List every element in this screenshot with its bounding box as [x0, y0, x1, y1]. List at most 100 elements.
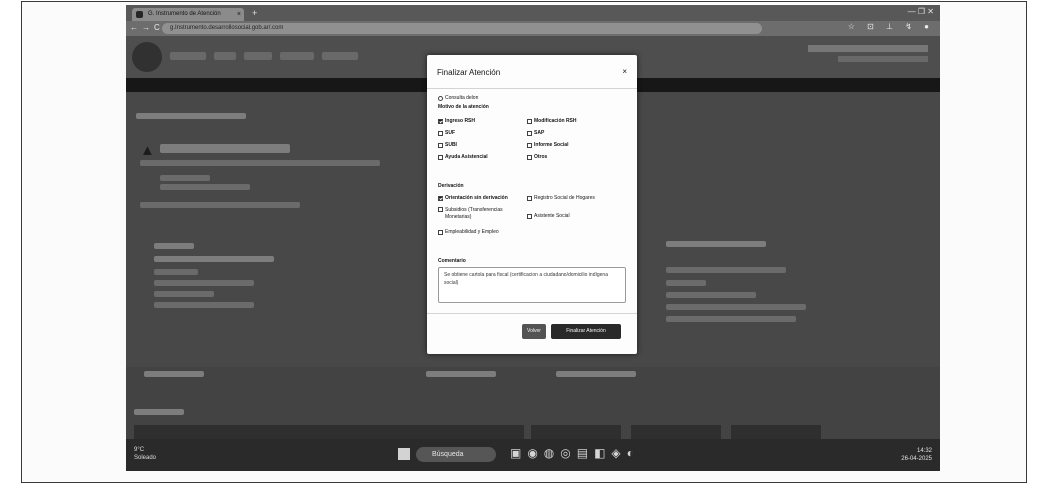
warning-icon: ▲ — [140, 142, 155, 159]
option-label: Ingreso RSH — [445, 118, 476, 124]
alert-detail — [160, 175, 210, 181]
radio-icon[interactable] — [438, 95, 443, 101]
derivacion-option[interactable]: Orientación sin derivación — [438, 195, 508, 201]
derivacion-option[interactable]: Asistente Social — [527, 213, 570, 219]
weather-widget[interactable]: 9°C Soleado — [134, 446, 156, 462]
user-role — [838, 56, 928, 62]
side-detail — [666, 267, 786, 273]
option-label: Orientación sin derivación — [445, 195, 508, 201]
checkbox-icon[interactable] — [527, 130, 532, 136]
modal-divider — [427, 88, 637, 89]
checkbox-icon[interactable] — [527, 118, 532, 124]
option-label: Subsidios (Transferencias Monetarias) — [445, 207, 503, 220]
derivacion-option[interactable]: Registro Social de Hogares — [527, 195, 595, 201]
consulta-label: Consulta delon — [445, 95, 479, 101]
modal-footer-divider — [427, 313, 637, 314]
side-detail — [666, 316, 796, 322]
person-detail — [154, 269, 198, 275]
taskbar-app-icons[interactable]: ▣◉◍◎▤◧◈◐ — [510, 446, 640, 460]
motivo-option[interactable]: SUBI — [438, 142, 457, 148]
nav-item[interactable] — [244, 52, 272, 60]
taskbar-search[interactable]: Búsqueda — [416, 447, 496, 462]
checkbox-icon[interactable] — [527, 213, 532, 219]
alert-link — [140, 202, 300, 208]
option-label: Asistente Social — [534, 213, 570, 219]
checkbox-icon[interactable] — [438, 207, 443, 212]
option-label: Empleabilidad y Empleo — [445, 229, 499, 235]
nav-item[interactable] — [170, 52, 206, 60]
checkbox-icon[interactable] — [527, 195, 532, 201]
finalizar-atencion-button[interactable]: Finalizar Atención — [551, 324, 621, 339]
url-field[interactable]: g.Instrumento.desarrollosocial.gob.ar/.c… — [162, 23, 762, 34]
checkbox-checked-icon[interactable] — [438, 195, 443, 201]
side-detail — [666, 304, 806, 310]
option-label: Modificación RSH — [534, 118, 577, 124]
checkbox-checked-icon[interactable] — [438, 118, 443, 124]
tab-title: G. Instrumento de Atención — [148, 11, 221, 17]
person-name — [154, 256, 274, 262]
browser-tab-bar: G. Instrumento de Atención × + — ❐ ✕ — [126, 5, 940, 21]
option-label: Otros — [534, 154, 548, 160]
taskbar: 9°C Soleado Búsqueda ▣◉◍◎▤◧◈◐ 14:32 26-0… — [126, 439, 940, 471]
system-tray[interactable]: 14:32 26-04-2025 — [901, 447, 932, 463]
new-tab-button[interactable]: + — [252, 8, 257, 19]
person-detail — [154, 280, 254, 286]
weather-temp: 9°C — [134, 447, 145, 453]
checkbox-icon[interactable] — [438, 229, 443, 235]
side-detail — [666, 292, 756, 298]
option-label: Informe Social — [534, 142, 569, 148]
nav-item[interactable] — [214, 52, 236, 60]
motivo-option[interactable]: Modificación RSH — [527, 118, 577, 124]
monitor-screen: G. Instrumento de Atención × + — ❐ ✕ ←→C… — [126, 5, 940, 471]
close-icon[interactable]: × — [622, 67, 627, 76]
breadcrumb — [136, 113, 246, 119]
panel-item[interactable] — [144, 371, 204, 377]
extension-icons[interactable]: ☆ ⊡ ⊥ ↯ ● — [848, 22, 934, 31]
person-detail — [154, 302, 254, 308]
back-button[interactable]: Volver — [522, 324, 546, 339]
clock-date: 26-04-2025 — [901, 456, 932, 462]
motivo-option[interactable]: Ayuda Asistencial — [438, 154, 488, 160]
bottom-panel — [126, 367, 940, 445]
option-label: Registro Social de Hogares — [534, 195, 595, 201]
motivo-option[interactable]: Otros — [527, 154, 547, 160]
nav-item[interactable] — [322, 52, 358, 60]
alert-text — [140, 160, 380, 166]
address-bar-row: ←→C g.Instrumento.desarrollosocial.gob.a… — [126, 21, 940, 36]
option-label: SUF — [445, 130, 455, 136]
favicon-icon — [136, 11, 143, 18]
side-detail — [666, 280, 706, 286]
panel-item[interactable] — [426, 371, 496, 377]
clock-time: 14:32 — [916, 448, 932, 454]
modal-title: Finalizar Atención — [437, 68, 501, 77]
alert-title — [160, 144, 290, 153]
checkbox-icon[interactable] — [438, 130, 443, 136]
option-label: Ayuda Asistencial — [445, 154, 488, 160]
comentario-textarea[interactable]: Se obtiene cartola para fiscal (certific… — [438, 267, 626, 303]
motivo-option[interactable]: Ingreso RSH — [438, 118, 475, 124]
windows-start-icon[interactable] — [398, 448, 410, 460]
motivo-option[interactable]: Informe Social — [527, 142, 568, 148]
person-detail — [154, 291, 214, 297]
window-controls[interactable]: — ❐ ✕ — [908, 7, 934, 16]
checkbox-icon[interactable] — [527, 154, 532, 160]
motivo-label: Motivo de la atención — [438, 104, 489, 110]
site-logo — [132, 42, 162, 72]
motivo-option[interactable]: SAP — [527, 130, 544, 136]
checkbox-icon[interactable] — [438, 142, 443, 148]
derivacion-option[interactable]: Subsidios (Transferencias Monetarias) — [438, 207, 517, 221]
derivacion-label: Derivación — [438, 183, 464, 189]
navigation-icons[interactable]: ←→C — [130, 23, 164, 32]
finalizar-atencion-modal: Finalizar Atención × Consulta delon Moti… — [427, 55, 637, 354]
derivacion-option[interactable]: Empleabilidad y Empleo — [438, 229, 499, 235]
checkbox-icon[interactable] — [527, 142, 532, 148]
nav-item[interactable] — [280, 52, 314, 60]
browser-tab[interactable]: G. Instrumento de Atención × — [132, 8, 244, 21]
tab-close-icon[interactable]: × — [237, 8, 241, 21]
option-label: SUBI — [445, 142, 457, 148]
side-heading — [666, 241, 766, 247]
motivo-option[interactable]: SUF — [438, 130, 455, 136]
panel-item[interactable] — [556, 371, 636, 377]
checkbox-icon[interactable] — [438, 154, 443, 160]
consulta-radio[interactable]: Consulta delon — [438, 95, 478, 101]
